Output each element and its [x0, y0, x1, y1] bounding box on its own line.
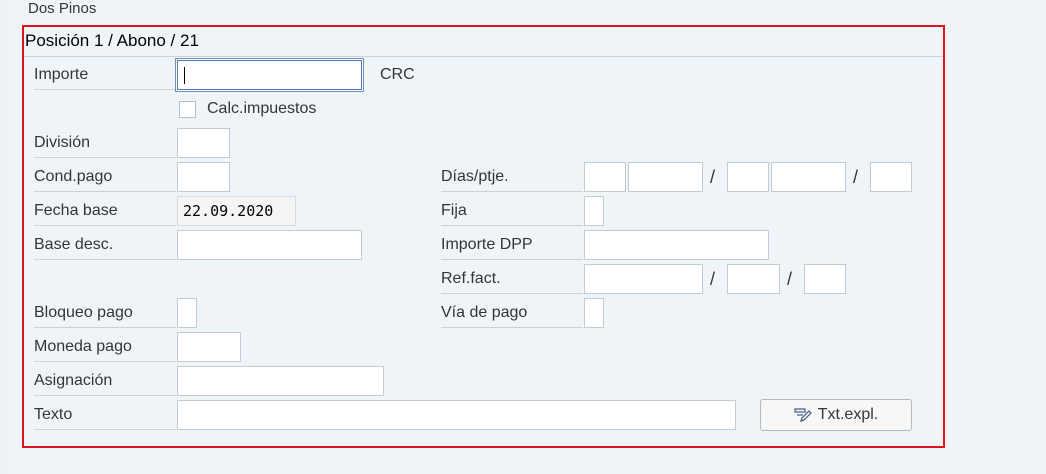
ref-fact-2-input[interactable] — [727, 264, 780, 294]
texto-input[interactable] — [177, 400, 736, 430]
edit-text-icon — [794, 407, 812, 423]
fecha-base-label: Fecha base — [34, 196, 176, 226]
division-input[interactable] — [177, 128, 230, 158]
text-caret — [184, 67, 185, 84]
ptje-2-input[interactable] — [771, 162, 846, 192]
base-desc-input[interactable] — [177, 230, 362, 260]
cond-pago-label: Cond.pago — [34, 162, 176, 192]
fecha-base-field: 22.09.2020 — [177, 196, 296, 226]
dias-ptje-label: Días/ptje. — [441, 162, 583, 192]
bloqueo-pago-label: Bloqueo pago — [34, 298, 176, 328]
slash-separator: / — [710, 269, 716, 289]
fija-label: Fija — [441, 196, 583, 226]
ptje-1-input[interactable] — [628, 162, 703, 192]
slash-separator: / — [710, 167, 716, 187]
importe-dpp-input[interactable] — [584, 230, 769, 260]
via-de-pago-input[interactable] — [584, 298, 604, 328]
slash-separator: / — [853, 167, 859, 187]
importe-dpp-label: Importe DPP — [441, 230, 583, 260]
dias-3-input[interactable] — [870, 162, 912, 192]
ref-fact-input[interactable] — [584, 264, 703, 294]
importe-currency: CRC — [380, 66, 415, 83]
base-desc-label: Base desc. — [34, 230, 176, 260]
texto-label: Texto — [34, 400, 176, 430]
txt-expl-button[interactable]: Txt.expl. — [760, 399, 912, 431]
dias-1-input[interactable] — [584, 162, 626, 192]
calc-impuestos-label: Calc.impuestos — [207, 100, 317, 117]
bloqueo-pago-input[interactable] — [177, 298, 197, 328]
slash-separator: / — [787, 269, 793, 289]
group-title-divider — [24, 56, 943, 57]
cond-pago-input[interactable] — [177, 162, 230, 192]
company-title: Dos Pinos — [28, 0, 97, 17]
via-de-pago-label: Vía de pago — [441, 298, 583, 328]
calc-impuestos-checkbox[interactable] — [179, 101, 196, 118]
fija-input[interactable] — [584, 196, 604, 226]
division-label: División — [34, 128, 176, 158]
moneda-pago-label: Moneda pago — [34, 332, 176, 362]
asignacion-label: Asignación — [34, 366, 176, 396]
dias-2-input[interactable] — [727, 162, 769, 192]
importe-input[interactable] — [177, 60, 362, 90]
importe-label: Importe — [34, 60, 176, 90]
txt-expl-label: Txt.expl. — [817, 406, 879, 423]
moneda-pago-input[interactable] — [177, 332, 241, 362]
ref-fact-3-input[interactable] — [804, 264, 846, 294]
ref-fact-label: Ref.fact. — [441, 264, 583, 294]
asignacion-input[interactable] — [177, 366, 384, 396]
group-title: Posición 1 / Abono / 21 — [25, 31, 199, 50]
